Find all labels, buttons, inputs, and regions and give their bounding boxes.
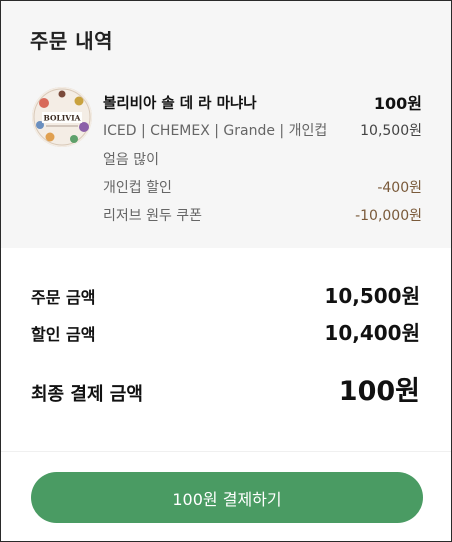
item-extra-row: 얼음 많이 bbox=[103, 149, 422, 169]
item-name: 볼리비아 솔 데 라 마냐나 bbox=[103, 95, 257, 112]
item-options-row: ICED | CHEMEX | Grande | 개인컵 10,500원 bbox=[103, 120, 422, 140]
discount-amount-value: 10,400원 bbox=[324, 321, 420, 345]
pay-button[interactable]: 100원 결제하기 bbox=[31, 472, 423, 523]
section-title: 주문 내역 bbox=[30, 29, 114, 53]
final-amount-value: 100원 bbox=[338, 376, 420, 407]
item-options-price: 10,500원 bbox=[360, 123, 422, 139]
order-amount-label: 주문 금액 bbox=[31, 288, 96, 307]
bolivia-coffee-logo-icon: BOLIVIA bbox=[32, 87, 92, 147]
discount-row: 개인컵 할인 -400원 bbox=[103, 177, 422, 197]
final-amount-row: 최종 결제 금액 100원 bbox=[31, 369, 420, 408]
order-amount-row: 주문 금액 10,500원 bbox=[31, 280, 420, 309]
coupon-label: 리저브 원두 쿠폰 bbox=[103, 208, 203, 224]
discount-amount-label: 할인 금액 bbox=[31, 325, 96, 344]
discount-value: -400원 bbox=[377, 180, 422, 196]
logo-text: BOLIVIA bbox=[44, 114, 81, 123]
item-extra-option: 얼음 많이 bbox=[103, 152, 159, 168]
final-amount-label: 최종 결제 금액 bbox=[31, 384, 143, 405]
discount-row: 리저브 원두 쿠폰 -10,000원 bbox=[103, 205, 422, 225]
item-price: 100원 bbox=[373, 94, 422, 113]
coupon-value: -10,000원 bbox=[355, 208, 422, 224]
discount-label: 개인컵 할인 bbox=[103, 180, 172, 196]
order-amount-value: 10,500원 bbox=[324, 284, 420, 308]
order-screen: 주문 내역 BOLIVIA 볼리비아 솔 데 라 마냐나 100원 ICED |… bbox=[0, 0, 452, 542]
item-row: 볼리비아 솔 데 라 마냐나 100원 bbox=[103, 90, 422, 114]
discount-amount-row: 할인 금액 10,400원 bbox=[31, 317, 420, 346]
item-options: ICED | CHEMEX | Grande | 개인컵 bbox=[103, 123, 328, 139]
